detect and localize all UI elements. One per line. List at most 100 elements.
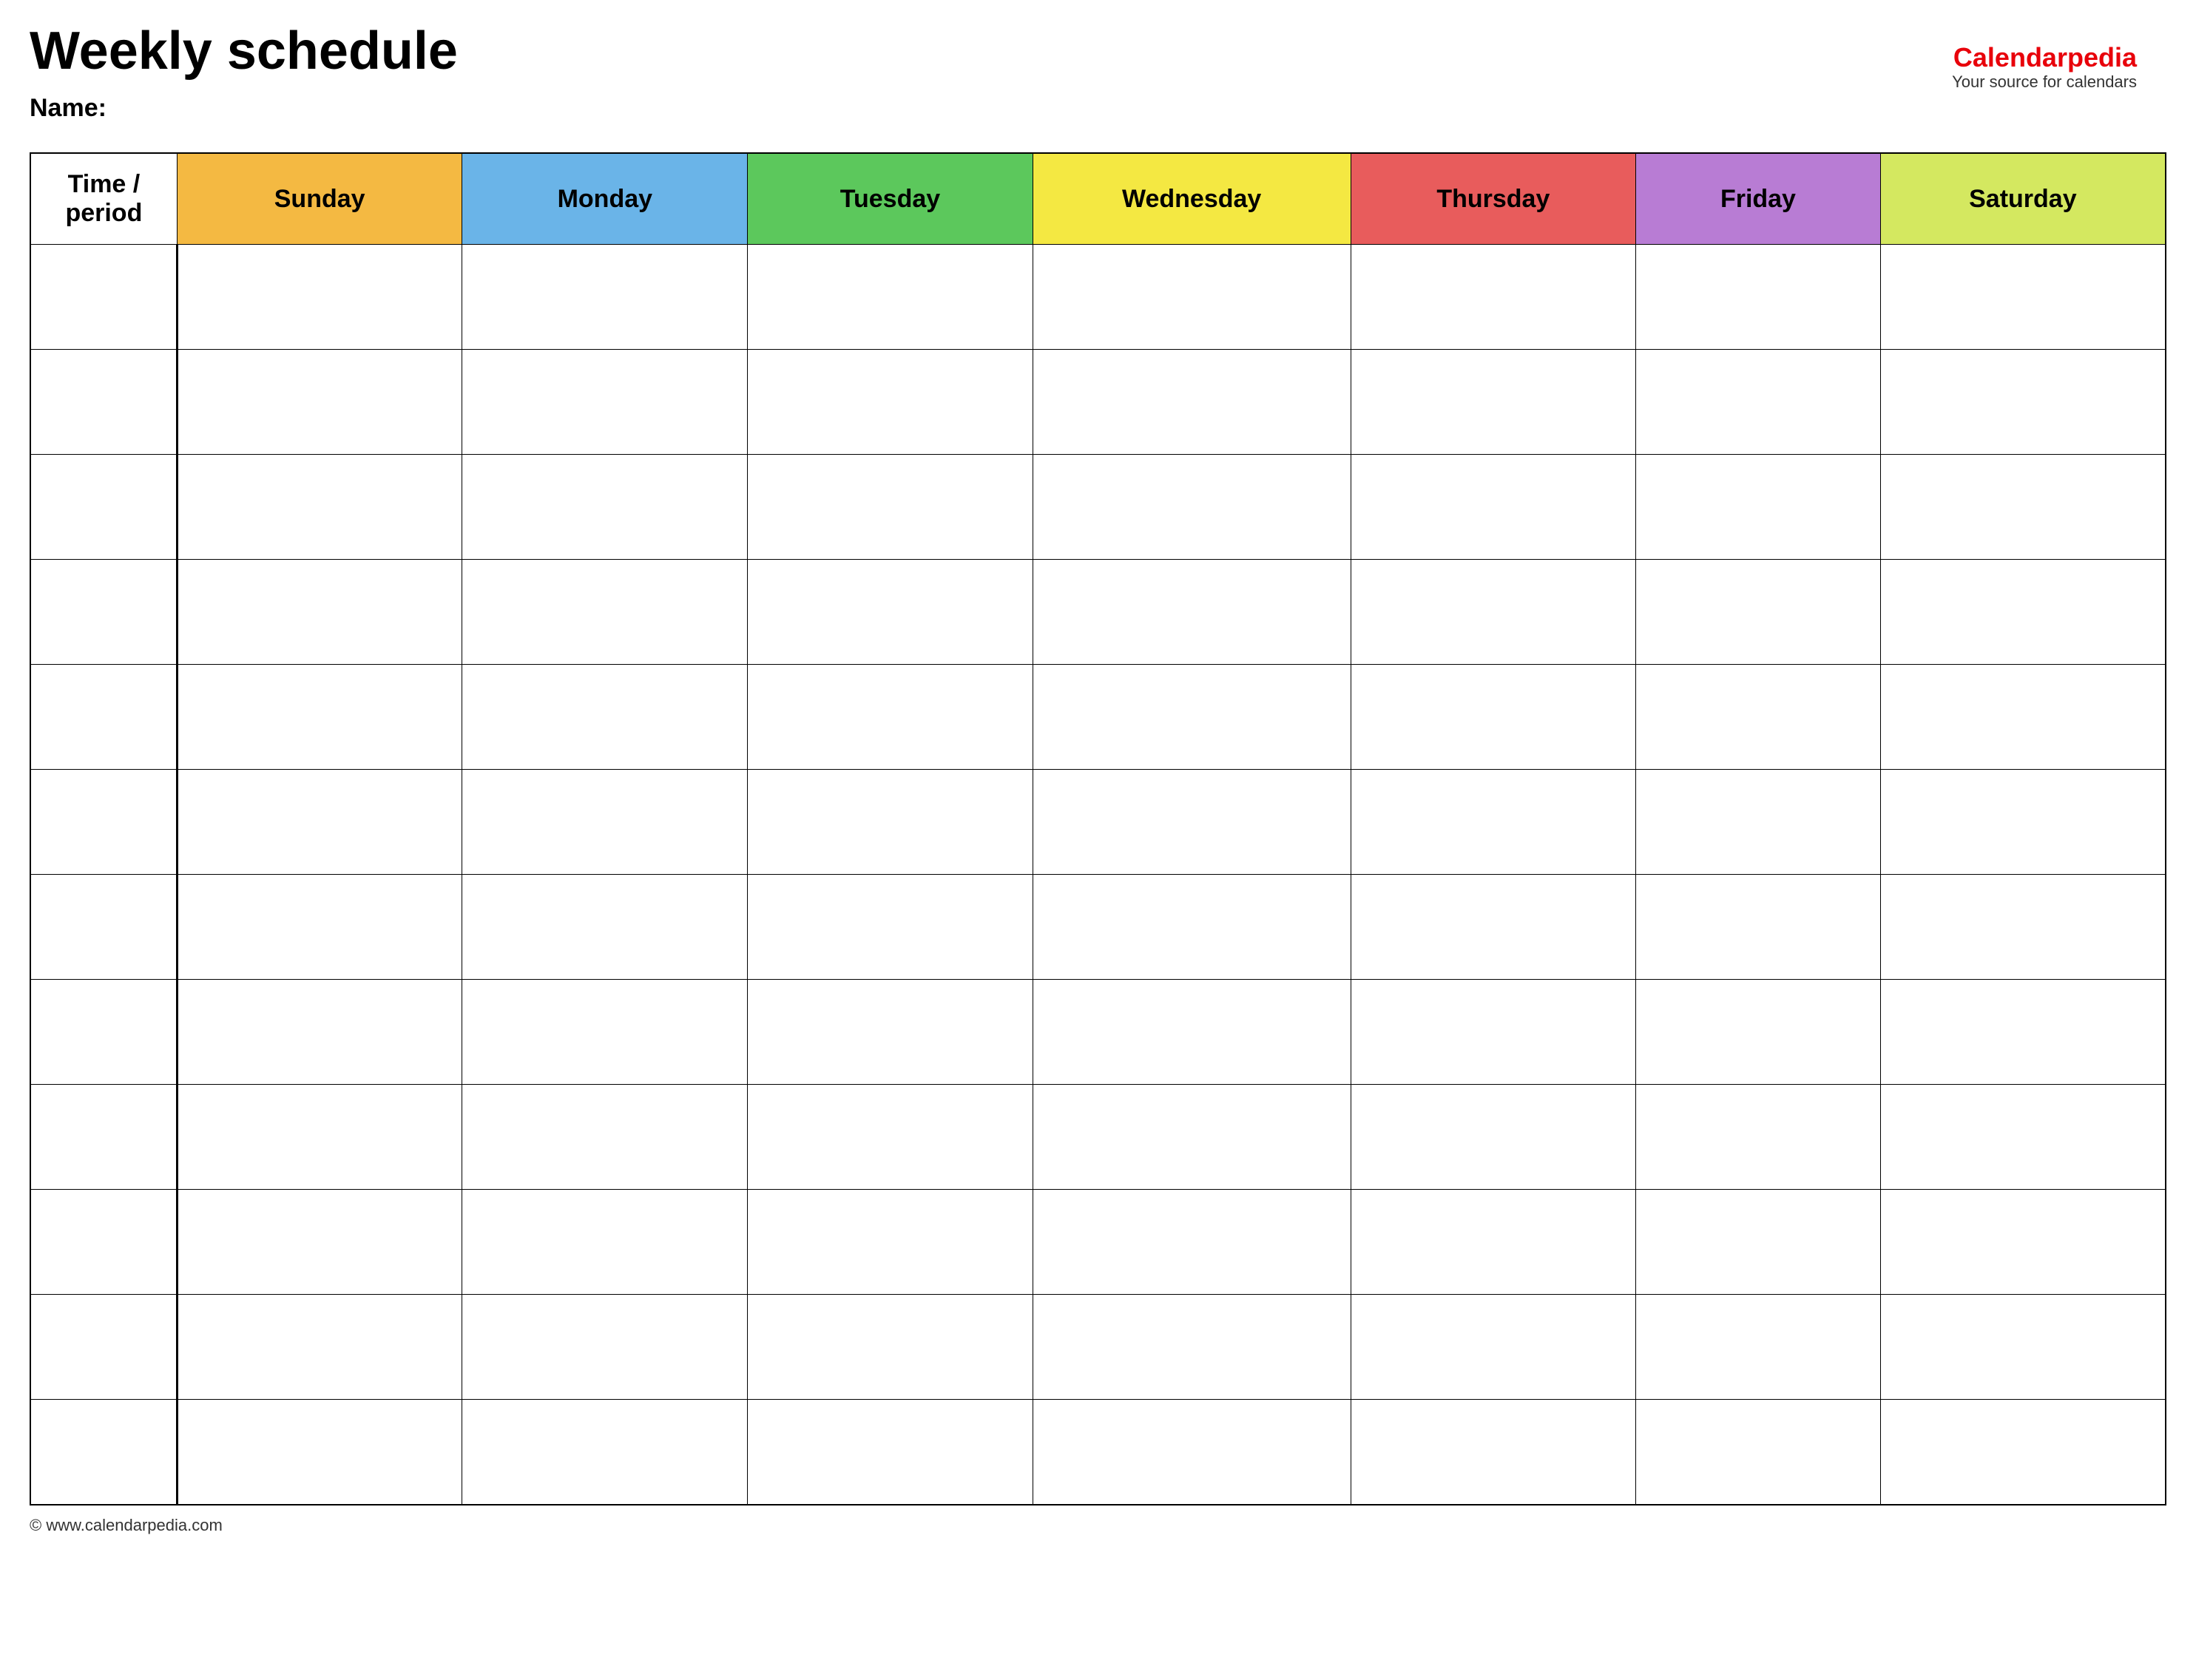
cell-thursday[interactable]: [1351, 875, 1636, 980]
cell-tuesday[interactable]: [748, 245, 1033, 350]
cell-wednesday[interactable]: [1033, 1190, 1351, 1295]
cell-thursday[interactable]: [1351, 1190, 1636, 1295]
footer-url: © www.calendarpedia.com: [30, 1516, 223, 1534]
cell-wednesday[interactable]: [1033, 980, 1351, 1085]
cell-sunday[interactable]: [177, 770, 462, 875]
cell-thursday[interactable]: [1351, 560, 1636, 665]
cell-sunday[interactable]: [177, 455, 462, 560]
cell-monday[interactable]: [462, 1295, 748, 1400]
cell-thursday[interactable]: [1351, 665, 1636, 770]
cell-saturday[interactable]: [1880, 1400, 2166, 1505]
cell-saturday[interactable]: [1880, 770, 2166, 875]
cell-friday[interactable]: [1636, 560, 1881, 665]
time-cell[interactable]: [30, 770, 177, 875]
time-cell[interactable]: [30, 560, 177, 665]
time-cell[interactable]: [30, 980, 177, 1085]
cell-tuesday[interactable]: [748, 1400, 1033, 1505]
cell-wednesday[interactable]: [1033, 665, 1351, 770]
cell-saturday[interactable]: [1880, 560, 2166, 665]
brand-name-part2: pedia: [2067, 42, 2137, 72]
cell-saturday[interactable]: [1880, 455, 2166, 560]
cell-sunday[interactable]: [177, 245, 462, 350]
cell-wednesday[interactable]: [1033, 245, 1351, 350]
time-cell[interactable]: [30, 1295, 177, 1400]
cell-sunday[interactable]: [177, 1190, 462, 1295]
cell-friday[interactable]: [1636, 1400, 1881, 1505]
cell-friday[interactable]: [1636, 1190, 1881, 1295]
cell-wednesday[interactable]: [1033, 350, 1351, 455]
cell-sunday[interactable]: [177, 1400, 462, 1505]
cell-friday[interactable]: [1636, 980, 1881, 1085]
cell-thursday[interactable]: [1351, 1400, 1636, 1505]
time-cell[interactable]: [30, 1085, 177, 1190]
cell-sunday[interactable]: [177, 1085, 462, 1190]
header-saturday: Saturday: [1880, 153, 2166, 245]
cell-wednesday[interactable]: [1033, 875, 1351, 980]
cell-friday[interactable]: [1636, 1295, 1881, 1400]
cell-sunday[interactable]: [177, 350, 462, 455]
cell-friday[interactable]: [1636, 350, 1881, 455]
cell-thursday[interactable]: [1351, 1295, 1636, 1400]
cell-sunday[interactable]: [177, 665, 462, 770]
cell-saturday[interactable]: [1880, 245, 2166, 350]
cell-monday[interactable]: [462, 980, 748, 1085]
time-cell[interactable]: [30, 665, 177, 770]
cell-sunday[interactable]: [177, 1295, 462, 1400]
time-cell[interactable]: [30, 350, 177, 455]
cell-saturday[interactable]: [1880, 1295, 2166, 1400]
time-cell[interactable]: [30, 1400, 177, 1505]
cell-tuesday[interactable]: [748, 560, 1033, 665]
cell-tuesday[interactable]: [748, 1085, 1033, 1190]
cell-tuesday[interactable]: [748, 1295, 1033, 1400]
cell-tuesday[interactable]: [748, 980, 1033, 1085]
cell-thursday[interactable]: [1351, 245, 1636, 350]
cell-friday[interactable]: [1636, 875, 1881, 980]
cell-tuesday[interactable]: [748, 770, 1033, 875]
cell-saturday[interactable]: [1880, 665, 2166, 770]
cell-saturday[interactable]: [1880, 875, 2166, 980]
cell-monday[interactable]: [462, 1085, 748, 1190]
cell-monday[interactable]: [462, 350, 748, 455]
time-cell[interactable]: [30, 1190, 177, 1295]
cell-sunday[interactable]: [177, 980, 462, 1085]
cell-thursday[interactable]: [1351, 455, 1636, 560]
cell-thursday[interactable]: [1351, 350, 1636, 455]
cell-thursday[interactable]: [1351, 980, 1636, 1085]
cell-tuesday[interactable]: [748, 1190, 1033, 1295]
cell-thursday[interactable]: [1351, 770, 1636, 875]
cell-monday[interactable]: [462, 770, 748, 875]
cell-monday[interactable]: [462, 1400, 748, 1505]
cell-saturday[interactable]: [1880, 980, 2166, 1085]
cell-monday[interactable]: [462, 245, 748, 350]
cell-tuesday[interactable]: [748, 350, 1033, 455]
cell-wednesday[interactable]: [1033, 1400, 1351, 1505]
cell-saturday[interactable]: [1880, 350, 2166, 455]
cell-monday[interactable]: [462, 875, 748, 980]
cell-friday[interactable]: [1636, 770, 1881, 875]
cell-saturday[interactable]: [1880, 1190, 2166, 1295]
cell-sunday[interactable]: [177, 560, 462, 665]
cell-sunday[interactable]: [177, 875, 462, 980]
cell-tuesday[interactable]: [748, 455, 1033, 560]
cell-monday[interactable]: [462, 1190, 748, 1295]
cell-friday[interactable]: [1636, 245, 1881, 350]
cell-wednesday[interactable]: [1033, 1295, 1351, 1400]
cell-wednesday[interactable]: [1033, 560, 1351, 665]
time-cell[interactable]: [30, 455, 177, 560]
time-cell[interactable]: [30, 875, 177, 980]
cell-monday[interactable]: [462, 560, 748, 665]
cell-saturday[interactable]: [1880, 1085, 2166, 1190]
cell-friday[interactable]: [1636, 455, 1881, 560]
cell-monday[interactable]: [462, 665, 748, 770]
cell-wednesday[interactable]: [1033, 1085, 1351, 1190]
time-cell[interactable]: [30, 245, 177, 350]
cell-friday[interactable]: [1636, 1085, 1881, 1190]
cell-tuesday[interactable]: [748, 665, 1033, 770]
cell-wednesday[interactable]: [1033, 770, 1351, 875]
cell-wednesday[interactable]: [1033, 455, 1351, 560]
cell-tuesday[interactable]: [748, 875, 1033, 980]
cell-monday[interactable]: [462, 455, 748, 560]
cell-friday[interactable]: [1636, 665, 1881, 770]
brand-tagline: Your source for calendars: [1952, 72, 2137, 92]
cell-thursday[interactable]: [1351, 1085, 1636, 1190]
